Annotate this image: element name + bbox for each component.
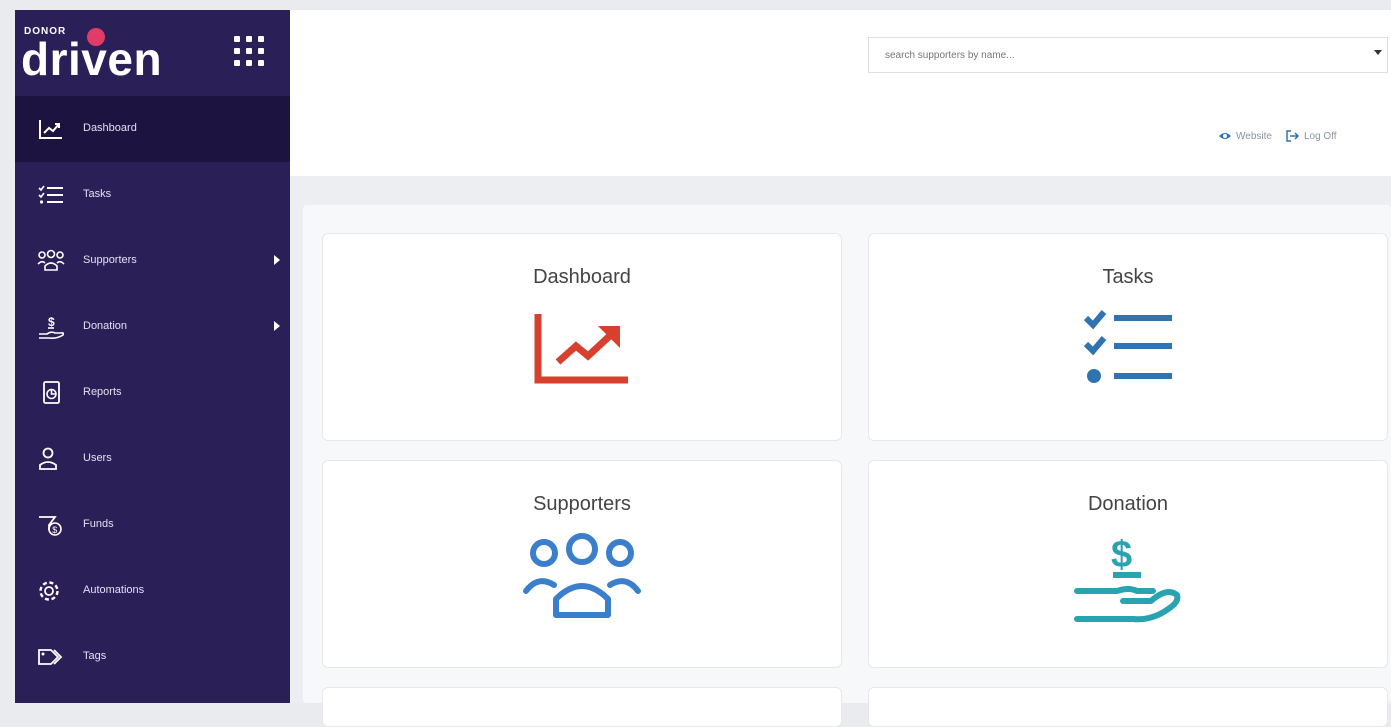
submenu-caret-icon	[274, 255, 280, 265]
eye-icon	[1219, 133, 1231, 139]
sidebar-item-automations[interactable]: Automations	[15, 558, 290, 624]
dashboard-card[interactable]: Dashboard	[322, 233, 842, 441]
sidebar-nav: Dashboard Tasks Supporters $ Donation Re…	[15, 96, 290, 690]
sidebar-item-funds[interactable]: $ Funds	[15, 492, 290, 558]
svg-text:$: $	[52, 525, 57, 535]
card-partial-right[interactable]	[868, 687, 1388, 727]
tasks-icon	[38, 185, 63, 204]
sidebar-item-tags[interactable]: Tags	[15, 624, 290, 690]
search-dropdown-caret-icon[interactable]	[1374, 50, 1382, 55]
card-title: Tasks	[1102, 266, 1154, 288]
card-partial-left[interactable]	[322, 687, 842, 727]
logoff-link[interactable]: Log Off	[1286, 130, 1337, 142]
funds-icon: $	[39, 516, 62, 536]
submenu-caret-icon	[274, 321, 280, 331]
brand-name: driven	[21, 33, 163, 85]
sidebar-item-label: Reports	[83, 386, 122, 398]
card-title: Dashboard	[533, 266, 631, 288]
sidebar-item-supporters[interactable]: Supporters	[15, 228, 290, 294]
checklist-icon	[1083, 310, 1172, 383]
dashboard-icon	[39, 120, 62, 139]
svg-text:$: $	[48, 315, 55, 329]
website-link-label: Website	[1236, 130, 1272, 142]
sidebar-item-reports[interactable]: Reports	[15, 360, 290, 426]
sidebar-item-label: Dashboard	[83, 122, 137, 134]
hand-dollar-icon: $	[1074, 534, 1181, 623]
card-title: Supporters	[533, 493, 631, 515]
svg-text:$: $	[1111, 534, 1132, 576]
people-group-icon	[523, 533, 641, 618]
supporters-icon	[37, 249, 65, 271]
tasks-card[interactable]: Tasks	[868, 233, 1388, 441]
sidebar-item-label: Users	[83, 452, 112, 464]
sidebar-item-label: Tags	[83, 650, 107, 662]
card-title: Donation	[1087, 493, 1169, 515]
sidebar-item-label: Supporters	[83, 254, 137, 266]
header-links: Website Log Off	[1218, 130, 1337, 142]
donation-card[interactable]: Donation $	[868, 460, 1388, 668]
apps-grid-icon[interactable]	[230, 30, 268, 68]
sidebar-item-label: Tasks	[83, 188, 112, 200]
trend-chart-icon	[534, 314, 628, 384]
sidebar-item-users[interactable]: Users	[15, 426, 290, 492]
tags-icon	[38, 649, 63, 665]
automations-icon	[39, 581, 59, 601]
sidebar: DONOR driven Dashboard Tasks Supporters …	[15, 10, 290, 703]
sidebar-item-donation[interactable]: $ Donation	[15, 294, 290, 360]
logoff-link-label: Log Off	[1303, 130, 1337, 142]
top-header: Website Log Off	[290, 10, 1391, 176]
reports-icon	[43, 381, 60, 404]
website-link[interactable]: Website	[1218, 130, 1272, 142]
sidebar-item-label: Funds	[83, 518, 114, 530]
logout-icon	[1286, 130, 1300, 142]
sidebar-item-label: Donation	[83, 320, 128, 332]
donation-icon: $	[39, 315, 65, 339]
supporters-card[interactable]: Supporters	[322, 460, 842, 668]
search-input[interactable]	[868, 37, 1388, 73]
sidebar-item-tasks[interactable]: Tasks	[15, 162, 290, 228]
sidebar-item-label: Automations	[83, 584, 145, 596]
users-icon	[39, 447, 57, 470]
sidebar-item-dashboard[interactable]: Dashboard	[15, 96, 290, 162]
